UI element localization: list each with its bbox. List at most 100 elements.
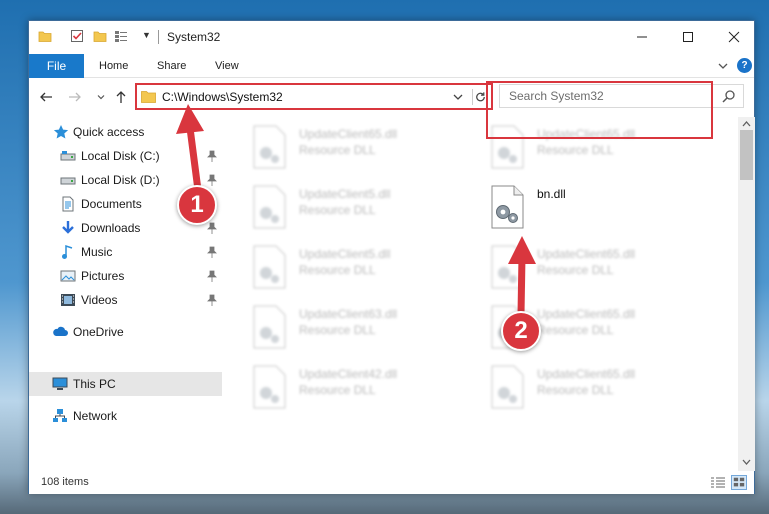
file-name: UpdateClient65.dll (537, 307, 636, 321)
sidebar-item-this-pc[interactable]: This PC (29, 372, 222, 396)
help-icon[interactable]: ? (737, 58, 752, 73)
chevron-down-icon[interactable] (716, 59, 730, 73)
status-bar: 108 items (29, 471, 754, 494)
star-icon (53, 125, 69, 139)
ribbon-tabs: File Home Share View ? (29, 54, 754, 78)
view-options-icon[interactable] (114, 29, 128, 43)
pin-icon[interactable] (207, 246, 217, 258)
videos-icon (61, 294, 75, 306)
minimize-icon (637, 36, 647, 38)
scroll-up-icon[interactable] (741, 119, 752, 129)
large-icons-view-icon[interactable] (731, 475, 747, 490)
tab-file[interactable]: File (29, 54, 84, 78)
details-view-icon[interactable] (710, 476, 726, 490)
dll-file-icon (253, 305, 286, 349)
file-item[interactable]: UpdateClient65.dll Resource DLL (251, 123, 451, 175)
forward-button[interactable] (67, 89, 83, 105)
file-name: UpdateClient65.dll (537, 247, 636, 261)
sidebar-item-label: Local Disk (C:) (81, 149, 160, 163)
sidebar-item-music[interactable]: Music (29, 240, 222, 264)
file-name: UpdateClient42.dll (299, 367, 398, 381)
file-item[interactable]: UpdateClient65.dll Resource DLL (489, 243, 689, 295)
sidebar-item-quick-access[interactable]: Quick access (29, 120, 222, 144)
sidebar-item-label: Downloads (81, 221, 141, 235)
network-icon (53, 409, 67, 422)
file-name: UpdateClient65.dll (299, 127, 398, 141)
recent-locations-button[interactable] (93, 89, 109, 105)
tab-home[interactable]: Home (99, 54, 128, 78)
sidebar-item-network[interactable]: Network (29, 404, 222, 428)
cloud-icon (53, 326, 68, 336)
sidebar-item-videos[interactable]: Videos (29, 288, 222, 312)
minimize-button[interactable] (619, 21, 665, 53)
arrow-up-icon (116, 91, 126, 103)
file-item[interactable]: UpdateClient5.dll Resource DLL (251, 183, 451, 235)
title-divider (158, 30, 159, 44)
sidebar-item-onedrive[interactable]: OneDrive (29, 320, 222, 344)
navigation-pane: Quick access Local Disk (C:) Local Disk … (29, 117, 222, 461)
folder-icon (141, 91, 156, 103)
tab-share[interactable]: Share (157, 54, 186, 78)
file-item[interactable]: UpdateClient42.dll Resource DLL (251, 363, 451, 415)
sidebar-item-pictures[interactable]: Pictures (29, 264, 222, 288)
sidebar-item-label: Music (81, 245, 113, 259)
close-button[interactable] (711, 21, 757, 53)
file-item[interactable]: UpdateClient65.dll Resource DLL (489, 363, 689, 415)
up-button[interactable] (113, 89, 129, 105)
dll-file-icon (491, 245, 524, 289)
vertical-scrollbar[interactable] (738, 117, 755, 471)
sidebar-item-local-disk-c[interactable]: Local Disk (C:) (29, 144, 222, 168)
sidebar-item-label: This PC (73, 377, 116, 391)
address-bar[interactable]: C:\Windows\System32 (135, 83, 493, 110)
pin-icon[interactable] (207, 174, 217, 186)
pictures-icon (60, 270, 76, 282)
pin-icon[interactable] (207, 222, 217, 234)
new-folder-icon[interactable] (93, 29, 107, 43)
file-name: bn.dll (537, 187, 566, 201)
sidebar-item-label: Pictures (81, 269, 125, 283)
customize-toolbar-icon[interactable]: ▼ (142, 30, 152, 42)
file-type: Resource DLL (537, 323, 614, 337)
file-type: Resource DLL (299, 203, 376, 217)
file-type: Resource DLL (537, 383, 614, 397)
window-title: System32 (167, 30, 221, 44)
properties-check-icon[interactable] (70, 29, 84, 43)
dll-file-icon (491, 185, 524, 229)
arrow-left-icon (40, 92, 52, 102)
file-view: UpdateClient65.dll Resource DLL UpdateCl… (225, 117, 738, 461)
address-path[interactable]: C:\Windows\System32 (162, 90, 283, 104)
file-item[interactable]: UpdateClient5.dll Resource DLL (251, 243, 451, 295)
dll-file-icon (253, 125, 286, 169)
drive-icon (60, 177, 76, 185)
back-button[interactable] (38, 89, 54, 105)
computer-icon (52, 377, 68, 390)
file-name: UpdateClient65.dll (537, 367, 636, 381)
sidebar-item-label: Local Disk (D:) (81, 173, 160, 187)
maximize-icon (683, 32, 693, 42)
file-name: UpdateClient63.dll (299, 307, 398, 321)
step-2-badge: 2 (501, 311, 541, 351)
folder-icon[interactable] (38, 29, 52, 43)
search-icon[interactable] (722, 89, 736, 103)
pin-icon[interactable] (207, 150, 217, 162)
scroll-down-icon[interactable] (741, 457, 752, 467)
pin-icon[interactable] (207, 270, 217, 282)
explorer-window: ▼ System32 File Home Share View ? C:\Win… (28, 20, 755, 494)
file-item[interactable]: UpdateClient63.dll Resource DLL (251, 303, 451, 355)
chevron-down-icon[interactable] (451, 90, 465, 104)
item-count: 108 items (41, 476, 89, 488)
downloads-icon (62, 221, 74, 234)
file-type: Resource DLL (299, 323, 376, 337)
file-item-bn-dll[interactable]: bn.dll (489, 183, 689, 235)
file-type: Resource DLL (537, 143, 614, 157)
sidebar-item-label: Videos (81, 293, 118, 307)
pin-icon[interactable] (207, 294, 217, 306)
file-type: Resource DLL (299, 143, 376, 157)
sidebar-item-label: Network (73, 409, 118, 423)
maximize-button[interactable] (665, 21, 711, 53)
tab-view[interactable]: View (215, 54, 239, 78)
dll-file-icon (253, 365, 286, 409)
file-name: UpdateClient5.dll (299, 247, 391, 261)
dll-file-icon (491, 365, 524, 409)
scrollbar-thumb[interactable] (740, 130, 753, 180)
